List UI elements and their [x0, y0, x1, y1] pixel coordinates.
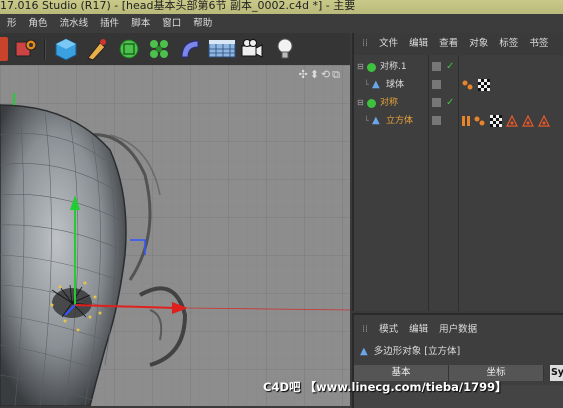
object-menu-tags[interactable]: 标签 [499, 38, 518, 49]
pen-spline-icon[interactable] [85, 37, 109, 61]
polygon-object-icon: ▲ [372, 115, 380, 126]
viewport-header: ✣⬍⟲⧉ [0, 65, 350, 85]
attr-menu-edit[interactable]: 编辑 [409, 324, 428, 335]
main-toolbar [0, 33, 350, 66]
collapse-icon[interactable]: ⊟ [357, 95, 364, 111]
selection-tag-icon[interactable] [522, 114, 534, 127]
subdivision-generator-icon[interactable] [117, 37, 141, 61]
object-menu-edit[interactable]: 编辑 [409, 38, 428, 49]
menu-item-shape[interactable]: 形 [7, 18, 17, 29]
menu-item-pipeline[interactable]: 流水线 [60, 18, 89, 29]
menu-item-plugins[interactable]: 插件 [100, 18, 119, 29]
visibility-toggle[interactable] [432, 116, 441, 125]
grip-icon: ⁞⁞ [362, 324, 369, 335]
attribute-object-header: ▲ 多边形对象 [立方体] [360, 343, 460, 357]
3d-viewport[interactable]: ✣⬍⟲⧉ [0, 65, 350, 406]
floor-environment-icon[interactable] [208, 37, 236, 61]
object-manager-panel: ⁞⁞ 文件 编辑 查看 对象 标签 书签 ⊟ 对称.1 ✓ └ ▲ 球体 ⊟ 对… [352, 33, 563, 311]
object-row-sphere[interactable]: └ ▲ 球体 [354, 77, 563, 93]
object-menu-bookmarks[interactable]: 书签 [529, 38, 548, 49]
visibility-toggle[interactable] [432, 80, 441, 89]
attr-menu-mode[interactable]: 模式 [379, 324, 398, 335]
camera-icon[interactable] [240, 37, 264, 61]
object-row-symmetry-1[interactable]: ⊟ 对称.1 ✓ [354, 59, 563, 75]
cloner-array-icon[interactable] [147, 37, 171, 61]
material-tag-icon[interactable] [490, 115, 502, 127]
selection-tag-icon[interactable] [506, 114, 518, 127]
material-tag-icon[interactable] [478, 79, 490, 91]
visibility-toggle[interactable] [432, 98, 441, 107]
object-row-symmetry[interactable]: ⊟ 对称 ✓ [354, 95, 563, 111]
object-menu-view[interactable]: 查看 [439, 38, 458, 49]
window-title: 17.016 Studio (R17) - [head基本头部第6节 副本_00… [0, 0, 356, 12]
phong-tag-icon[interactable] [474, 115, 486, 127]
light-bulb-icon[interactable] [273, 37, 297, 61]
enabled-check-icon[interactable]: ✓ [446, 95, 454, 111]
polygon-object-icon: ▲ [360, 346, 368, 357]
window-title-bar: 17.016 Studio (R17) - [head基本头部第6节 副本_00… [0, 0, 563, 14]
object-name[interactable]: 对称 [380, 95, 398, 111]
phong-tag-icon[interactable] [462, 79, 474, 91]
main-menu-bar: 形 角色 流水线 插件 脚本 窗口 帮助 [0, 14, 563, 33]
symmetry-object-icon [367, 99, 376, 108]
attribute-manager-menu: ⁞⁞ 模式 编辑 用户数据 [354, 321, 563, 339]
tab-symmetry[interactable]: Sy [550, 365, 563, 381]
object-manager-menu: ⁞⁞ 文件 编辑 查看 对象 标签 书签 [354, 33, 563, 55]
object-row-cube[interactable]: └ ▲ 立方体 [354, 113, 563, 129]
object-name[interactable]: 立方体 [386, 113, 413, 129]
viewport-navigation-icons[interactable]: ✣⬍⟲⧉ [298, 68, 342, 82]
render-settings-icon[interactable] [14, 37, 38, 61]
cube-primitive-icon[interactable] [54, 37, 78, 61]
tree-line: └ [364, 80, 369, 89]
menu-item-character[interactable]: 角色 [29, 18, 48, 29]
toolbar-separator [44, 39, 46, 59]
visibility-toggle[interactable] [432, 62, 441, 71]
polygon-object-icon: ▲ [372, 79, 380, 90]
object-name[interactable]: 球体 [386, 77, 404, 93]
watermark: C4D吧 【www.linecg.com/tieba/1799】 [263, 380, 507, 394]
menu-item-window[interactable]: 窗口 [162, 18, 181, 29]
object-menu-file[interactable]: 文件 [379, 38, 398, 49]
menu-item-help[interactable]: 帮助 [193, 18, 212, 29]
selection-tag-icon[interactable] [538, 114, 550, 127]
pause-tag-icon[interactable] [462, 115, 470, 127]
attr-menu-user-data[interactable]: 用户数据 [439, 324, 477, 335]
attribute-object-label: 多边形对象 [立方体] [373, 346, 461, 357]
symmetry-object-icon [367, 63, 376, 72]
enabled-check-icon[interactable]: ✓ [446, 59, 454, 75]
menu-item-script[interactable]: 脚本 [131, 18, 150, 29]
grip-icon: ⁞⁞ [362, 38, 369, 49]
object-menu-object[interactable]: 对象 [469, 38, 488, 49]
tree-line: └ [364, 116, 369, 125]
collapse-icon[interactable]: ⊟ [357, 59, 364, 75]
deformer-bend-icon[interactable] [178, 37, 202, 61]
render-settings-icon[interactable] [0, 37, 8, 61]
object-name[interactable]: 对称.1 [380, 59, 407, 75]
